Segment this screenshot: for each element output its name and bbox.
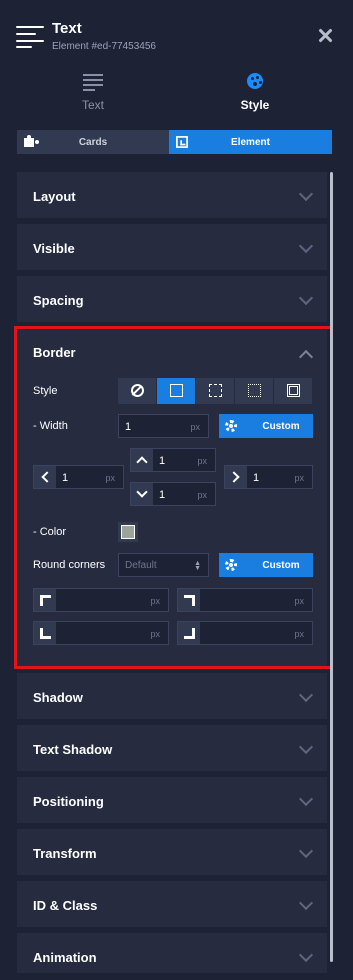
section-title: Text Shadow — [33, 742, 113, 757]
section-transform[interactable]: Transform — [17, 829, 327, 875]
chevron-down-icon — [298, 843, 314, 859]
palette-icon — [247, 73, 263, 89]
chevron-down-icon — [298, 687, 314, 703]
panel-header: Text Element #ed-77453456 — [0, 0, 353, 62]
panel-title: Text — [52, 20, 82, 37]
scrollbar[interactable] — [330, 172, 333, 962]
section-visible[interactable]: Visible — [17, 224, 327, 270]
section-id-class[interactable]: ID & Class — [17, 881, 327, 927]
tab-style[interactable]: Style — [180, 68, 330, 118]
section-layout[interactable]: Layout — [17, 172, 327, 218]
chevron-down-icon — [298, 895, 314, 911]
section-title: Animation — [33, 950, 97, 965]
section-title: ID & Class — [33, 898, 98, 913]
text-lines-icon — [83, 74, 103, 91]
cards-toggle-button[interactable]: Cards — [17, 130, 169, 154]
border-highlight-frame — [14, 326, 333, 669]
element-toggle-button[interactable]: Element — [169, 130, 332, 154]
cards-label: Cards — [78, 137, 108, 148]
chevron-down-icon — [298, 791, 314, 807]
menu-icon[interactable] — [16, 26, 44, 48]
section-shadow[interactable]: Shadow — [17, 673, 327, 719]
chevron-down-icon — [298, 290, 314, 306]
section-spacing[interactable]: Spacing — [17, 276, 327, 322]
section-title: Visible — [33, 241, 75, 256]
section-title: Spacing — [33, 293, 84, 308]
tab-text-label: Text — [81, 98, 104, 112]
section-positioning[interactable]: Positioning — [17, 777, 327, 823]
tab-text[interactable]: Text — [18, 68, 168, 118]
section-text-shadow[interactable]: Text Shadow — [17, 725, 327, 771]
section-title: Shadow — [33, 690, 83, 705]
section-title: Positioning — [33, 794, 104, 809]
chevron-down-icon — [298, 186, 314, 202]
section-title: Transform — [33, 846, 97, 861]
section-title: Layout — [33, 189, 76, 204]
close-icon[interactable] — [316, 26, 336, 46]
tab-style-label: Style — [240, 98, 270, 112]
element-label: Element — [231, 137, 270, 148]
section-animation[interactable]: Animation — [17, 933, 327, 973]
chevron-down-icon — [298, 238, 314, 254]
chevron-down-icon — [298, 739, 314, 755]
chevron-down-icon — [298, 947, 314, 963]
element-id: Element #ed-77453456 — [52, 41, 156, 52]
